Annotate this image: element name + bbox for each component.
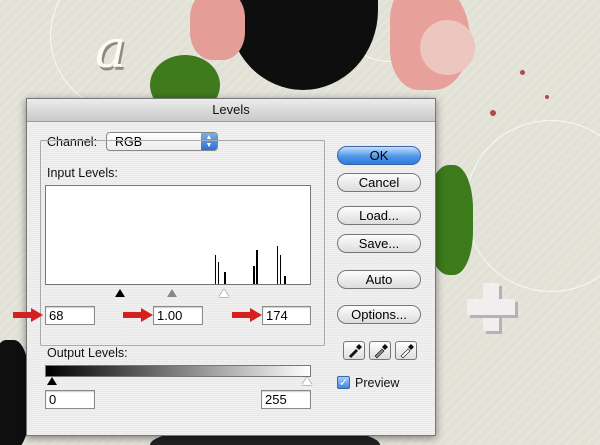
gray-eyedropper-button[interactable] [369, 341, 391, 360]
red-arrow-icon [13, 308, 43, 322]
input-gamma-field[interactable]: 1.00 [153, 306, 203, 325]
histogram-bar [224, 272, 226, 284]
histogram-bar [284, 276, 286, 284]
histogram [45, 185, 311, 285]
input-white-field[interactable]: 174 [262, 306, 311, 325]
preview-checkbox[interactable]: ✓ [337, 376, 350, 389]
histogram-bar [217, 262, 220, 284]
output-levels-label: Output Levels: [47, 346, 128, 360]
save-button[interactable]: Save... [337, 234, 421, 253]
histogram-bar [279, 254, 282, 284]
output-white-field[interactable]: 255 [261, 390, 311, 409]
white-eyedropper-button[interactable] [395, 341, 417, 360]
histogram-bar [256, 249, 258, 284]
output-black-slider[interactable] [47, 377, 57, 385]
input-gamma-slider[interactable] [167, 289, 177, 297]
eyedropper-black-icon [349, 344, 362, 358]
output-black-field[interactable]: 0 [45, 390, 95, 409]
eyedropper-gray-icon [374, 344, 388, 359]
output-white-slider[interactable] [302, 377, 312, 385]
ok-button[interactable]: OK [337, 146, 421, 165]
preview-label: Preview [355, 376, 400, 390]
plus-shape [467, 283, 515, 331]
load-button[interactable]: Load... [337, 206, 421, 225]
splatter-dot [520, 70, 525, 75]
dialog-title: Levels [27, 99, 435, 122]
input-black-slider[interactable] [115, 289, 125, 297]
cancel-button[interactable]: Cancel [337, 173, 421, 192]
splatter-dot [545, 95, 549, 99]
splatter-dot [490, 110, 496, 116]
output-gradient-bar [45, 365, 311, 377]
red-arrow-icon [123, 308, 153, 322]
black-eyedropper-button[interactable] [343, 341, 365, 360]
letter-a-logo: a [95, 20, 127, 80]
input-white-slider[interactable] [219, 289, 229, 297]
input-black-field[interactable]: 68 [45, 306, 95, 325]
auto-button[interactable]: Auto [337, 270, 421, 289]
options-button[interactable]: Options... [337, 305, 421, 324]
input-levels-label: Input Levels: [47, 166, 118, 180]
pink-splash [420, 20, 475, 75]
eyedropper-white-icon [400, 344, 414, 359]
levels-dialog: Levels Channel: RGB ▲ ▼ Input Levels: 68 … [13, 98, 436, 436]
histogram-bar [214, 254, 217, 284]
red-arrow-icon [232, 308, 262, 322]
histogram-bar [276, 245, 279, 284]
histogram-bar [253, 266, 255, 284]
pink-splash [190, 0, 245, 60]
